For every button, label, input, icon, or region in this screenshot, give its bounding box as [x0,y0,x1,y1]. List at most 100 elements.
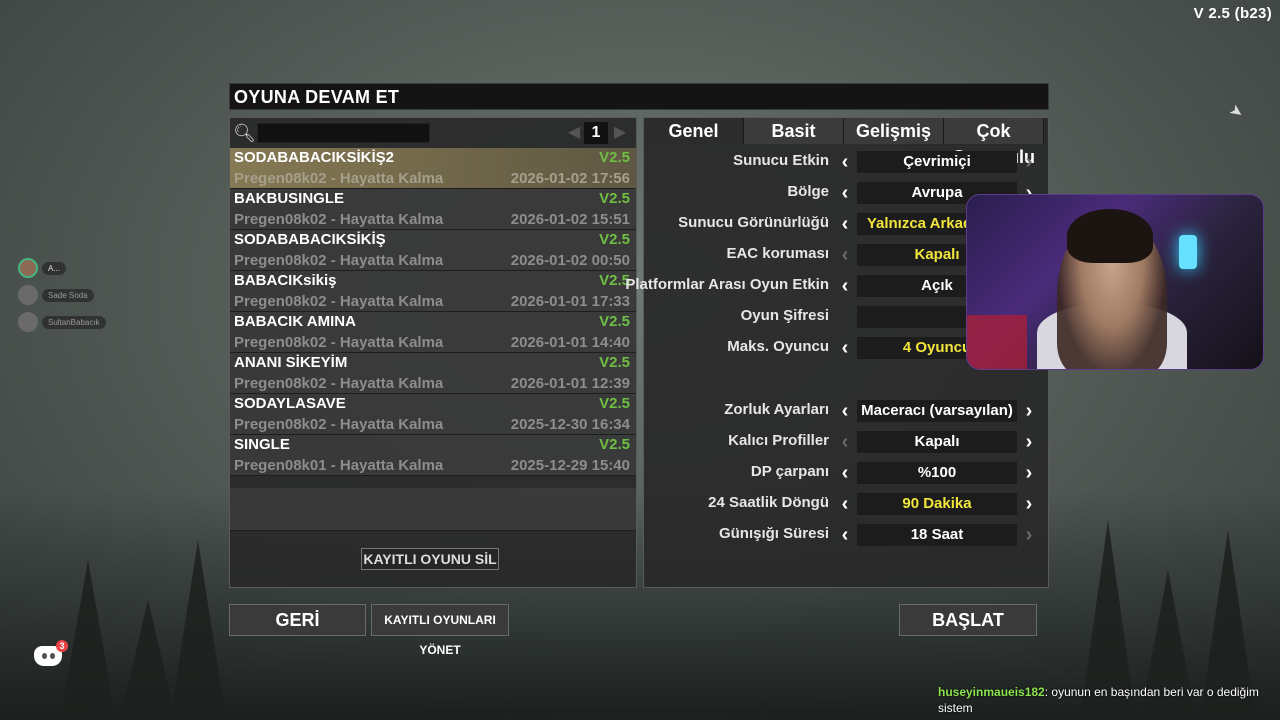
save-subtitle: Pregen08k02 - Hayatta Kalma [234,211,444,228]
setting-label: EAC koruması [726,245,829,262]
setting-row: Sunucu Etkin ‹ Çevrimiçi › [644,149,1048,175]
save-row[interactable]: SODAYLASAVE V2.5 Pregen08k02 - Hayatta Kal… [230,394,636,435]
setting-value: 90 Dakika [857,493,1017,515]
tab-basit[interactable]: Basit [744,118,844,144]
chevron-left-icon[interactable]: ‹ [837,212,853,236]
chevron-right-icon[interactable]: › [1021,430,1037,454]
setting-row: DP çarpanı ‹ %100 › [644,460,1048,486]
setting-label: Günışığı Süresi [718,525,829,542]
setting-value: Kapalı [857,431,1017,453]
save-version: V2.5 [599,395,630,412]
search-input[interactable] [257,123,430,143]
save-date: 2025-12-29 15:40 [510,457,630,474]
avatar [18,258,38,278]
chevron-right-icon[interactable]: › [1021,461,1037,485]
saved-games-panel: 🔍︎ ◀ 1 ▶ SODABABACIKSİKİŞ2 V2.5 Pregen08k0… [229,117,637,588]
setting-label: 24 Saatlik Döngü [708,494,829,511]
setting-label: Platformlar Arası Oyun Etkin [625,276,829,293]
setting-value: 18 Saat [857,524,1017,546]
save-subtitle: Pregen08k01 - Hayatta Kalma [234,457,444,474]
save-date: 2025-12-30 16:34 [510,416,630,433]
start-button[interactable]: BAŞLAT [899,604,1037,636]
save-row[interactable]: ANANI SİKEYİM V2.5 Pregen08k02 - Hayatta K… [230,353,636,394]
save-name: SODABABACIKSİKİŞ [234,231,386,248]
tab-genel[interactable]: Genel [644,118,744,144]
tab-cok-oyunculu[interactable]: Çok Oyunculu [944,118,1044,167]
chat-username: huseyinmaueis182 [938,685,1045,699]
setting-value: %100 [857,462,1017,484]
save-subtitle: Pregen08k02 - Hayatta Kalma [234,170,444,187]
setting-row: Zorluk Ayarları ‹ Maceracı (varsayılan) › [644,398,1048,424]
page-prev-icon[interactable]: ◀ [566,123,582,143]
save-version: V2.5 [599,354,630,371]
setting-row: 24 Saatlik Döngü ‹ 90 Dakika › [644,491,1048,517]
voice-user: Sade Soda [18,285,94,305]
chevron-left-icon[interactable]: ‹ [837,430,853,454]
save-row[interactable]: SODABABACIKSİKİŞ V2.5 Pregen08k02 - Hayatt… [230,230,636,271]
cursor-icon: ➤ [1225,101,1247,123]
page-next-icon[interactable]: ▶ [612,123,628,143]
save-row[interactable]: BABACIKsikiş V2.5 Pregen08k02 - Hayatta Ka… [230,271,636,312]
chevron-right-icon[interactable]: › [1021,523,1037,547]
setting-label: Kalıcı Profiller [728,432,829,449]
save-date: 2026-01-02 15:51 [510,211,630,228]
chevron-right-icon[interactable]: › [1021,492,1037,516]
back-button[interactable]: GERİ [229,604,366,636]
save-date: 2026-01-01 12:39 [510,375,630,392]
save-date: 2026-01-02 00:50 [510,252,630,269]
voice-user-name: SultanBabacık [42,315,106,329]
setting-label: DP çarpanı [750,463,829,480]
save-row[interactable]: BAKBUSINGLE V2.5 Pregen08k02 - Hayatta Kal… [230,189,636,230]
setting-row: Kalıcı Profiller ‹ Kapalı › [644,429,1048,455]
chevron-left-icon[interactable]: ‹ [837,461,853,485]
delete-save-button[interactable]: KAYITLI OYUNU SİL [361,548,499,570]
save-name: SODAYLASAVE [234,395,346,412]
chevron-right-icon[interactable]: › [1021,399,1037,423]
save-row[interactable]: SODABABACIKSİKİŞ2 V2.5 Pregen08k02 - Hayat… [230,148,636,189]
setting-label: Maks. Oyuncu [727,338,829,355]
chevron-left-icon[interactable]: ‹ [837,243,853,267]
chevron-left-icon[interactable]: ‹ [837,399,853,423]
saves-list: SODABABACIKSİKİŞ2 V2.5 Pregen08k02 - Hayat… [230,148,636,476]
voice-user-name: Sade Soda [42,288,94,302]
save-name: BABACIK AMINA [234,313,356,330]
chevron-left-icon[interactable]: ‹ [837,274,853,298]
chat-message: huseyinmaueis182: oyunun en başından ber… [938,685,1259,715]
webcam-overlay [966,194,1264,370]
search-row: 🔍︎ ◀ 1 ▶ [230,118,636,148]
save-date: 2026-01-01 14:40 [510,334,630,351]
chevron-left-icon[interactable]: ‹ [837,523,853,547]
chevron-left-icon[interactable]: ‹ [837,150,853,174]
save-subtitle: Pregen08k02 - Hayatta Kalma [234,334,444,351]
save-subtitle: Pregen08k02 - Hayatta Kalma [234,252,444,269]
setting-label: Sunucu Etkin [733,152,829,169]
avatar [18,285,38,305]
list-empty-row [230,488,636,531]
setting-value: Çevrimiçi [857,151,1017,173]
save-name: SINGLE [234,436,290,453]
setting-label: Oyun Şifresi [740,307,829,324]
avatar [18,312,38,332]
save-date: 2026-01-01 17:33 [510,293,630,310]
setting-label: Bölge [787,183,829,200]
save-version: V2.5 [599,436,630,453]
tab-gelismis[interactable]: Gelişmiş [844,118,944,144]
chevron-left-icon[interactable]: ‹ [837,336,853,360]
save-version: V2.5 [599,190,630,207]
page-number: 1 [584,122,608,144]
save-name: ANANI SİKEYİM [234,354,348,371]
chevron-left-icon[interactable]: ‹ [837,181,853,205]
search-icon[interactable]: 🔍︎ [233,122,256,144]
panel-title: OYUNA DEVAM ET [229,83,1049,110]
manage-saves-button[interactable]: KAYITLI OYUNLARI YÖNET [371,604,509,657]
settings-tabs: Genel Basit Gelişmiş Çok Oyunculu [644,118,1048,167]
chevron-right-icon[interactable]: › [1021,150,1037,174]
save-date: 2026-01-02 17:56 [510,170,630,187]
save-row[interactable]: SINGLE V2.5 Pregen08k01 - Hayatta Kalma 202… [230,435,636,476]
voice-user: A... [18,258,67,278]
voice-user: SultanBabacık [18,312,106,332]
chevron-left-icon[interactable]: ‹ [837,492,853,516]
save-row[interactable]: BABACIK AMINA V2.5 Pregen08k02 - Hayatta K… [230,312,636,353]
save-version: V2.5 [599,231,630,248]
save-version: V2.5 [599,149,630,166]
